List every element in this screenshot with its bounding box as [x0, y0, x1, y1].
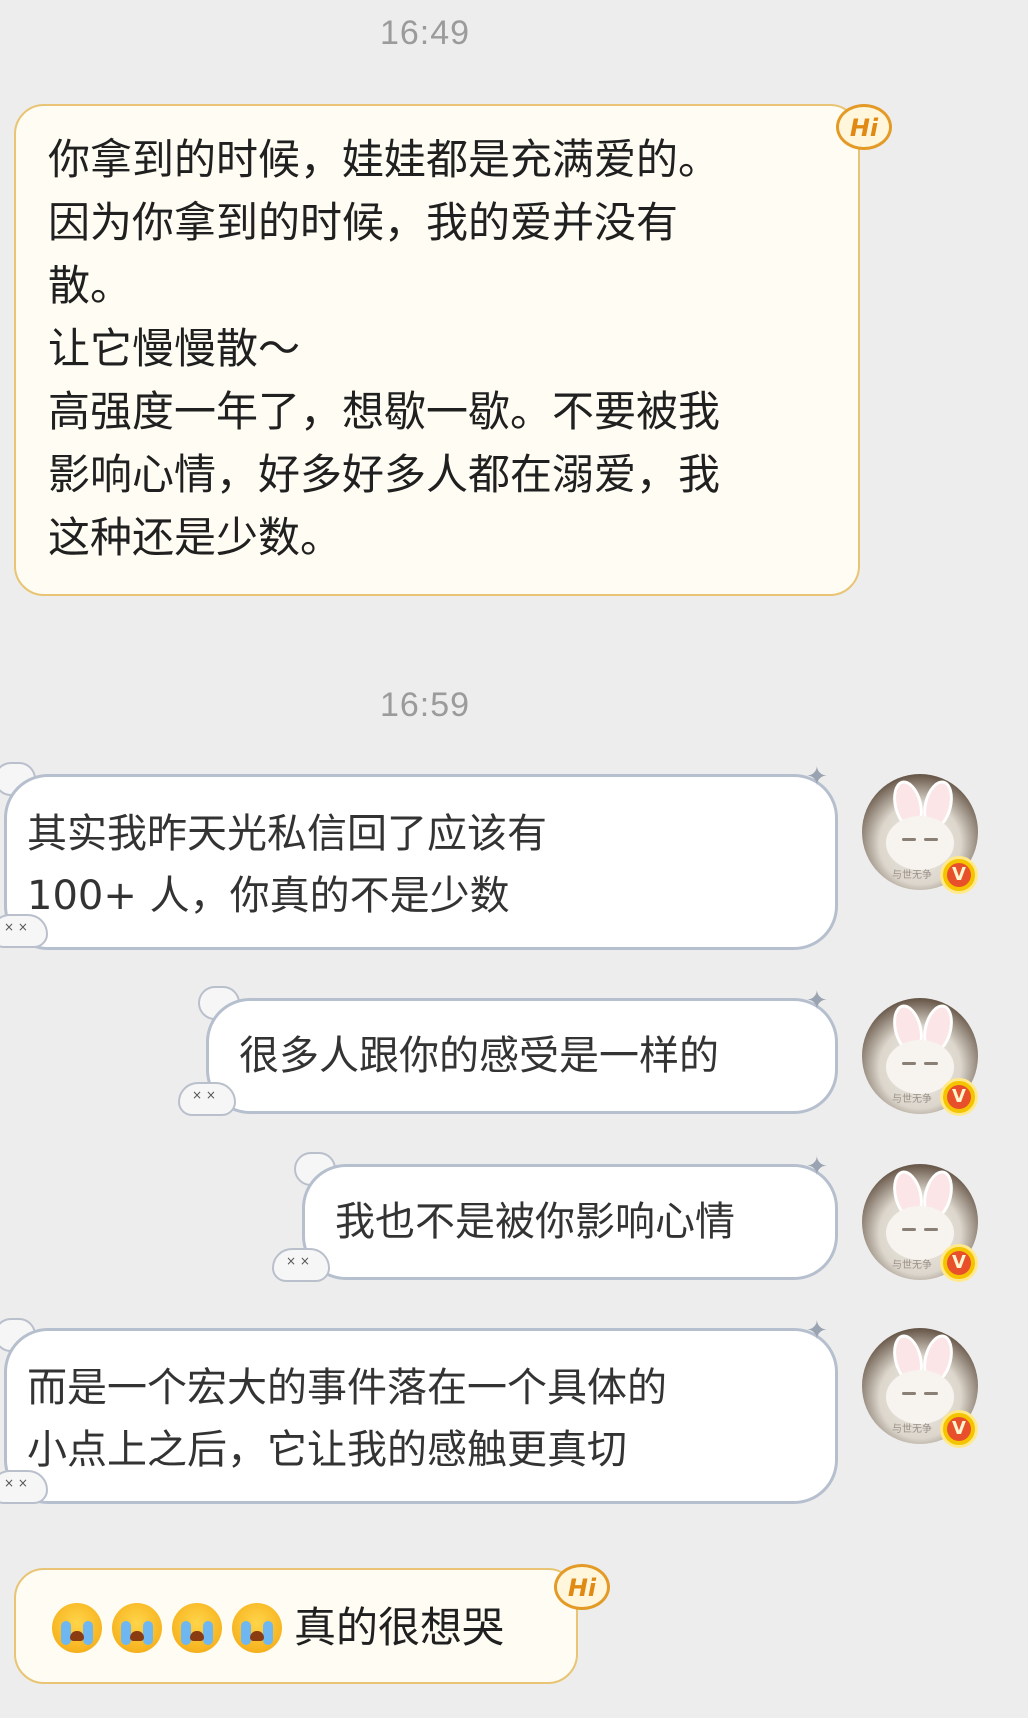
- crying-emoji-icon: [172, 1602, 222, 1653]
- incoming-message[interactable]: 你拿到的时候，娃娃都是充满爱的。 因为你拿到的时候，我的爱并没有 散。 让它慢慢…: [14, 104, 860, 596]
- hi-badge: Hi: [554, 1564, 610, 1610]
- hi-badge: Hi: [836, 104, 892, 150]
- incoming-message[interactable]: 真的很想哭: [14, 1568, 578, 1684]
- message-text: 真的很想哭: [294, 1603, 505, 1652]
- sparkle-icon: ✦: [806, 1316, 828, 1346]
- message-text: 很多人跟你的感受是一样的: [239, 1033, 719, 1079]
- verified-badge-icon: V: [940, 1244, 978, 1282]
- outgoing-message[interactable]: 我也不是被你影响心情: [302, 1164, 838, 1280]
- verified-badge-icon: V: [940, 856, 978, 894]
- outgoing-message[interactable]: 很多人跟你的感受是一样的: [206, 998, 838, 1114]
- message-text: 而是一个宏大的事件落在一个具体的 小点上之后，它让我的感触更真切: [27, 1365, 667, 1473]
- verified-badge-icon: V: [940, 1078, 978, 1116]
- avatar-watermark: 与世无争: [892, 870, 932, 881]
- outgoing-message[interactable]: 而是一个宏大的事件落在一个具体的 小点上之后，它让我的感触更真切: [4, 1328, 838, 1504]
- ghost-sticker-icon: [178, 1082, 236, 1116]
- outgoing-message[interactable]: 其实我昨天光私信回了应该有 100+ 人，你真的不是少数: [4, 774, 838, 950]
- crying-emoji-icon: [52, 1602, 102, 1653]
- timestamp: 16:49: [379, 14, 471, 52]
- sparkle-icon: ✦: [806, 986, 828, 1016]
- message-text: 你拿到的时候，娃娃都是充满爱的。 因为你拿到的时候，我的爱并没有 散。 让它慢慢…: [48, 135, 721, 562]
- message-text: 我也不是被你影响心情: [335, 1199, 735, 1245]
- avatar-watermark: 与世无争: [892, 1424, 932, 1435]
- crying-emoji-icon: [112, 1602, 162, 1653]
- verified-badge-icon: V: [940, 1410, 978, 1448]
- avatar-watermark: 与世无争: [892, 1260, 932, 1271]
- timestamp: 16:59: [379, 686, 471, 724]
- ghost-sticker-icon: [0, 914, 48, 948]
- sparkle-icon: ✦: [806, 762, 828, 792]
- sparkle-icon: ✦: [806, 1152, 828, 1182]
- avatar-watermark: 与世无争: [892, 1094, 932, 1105]
- message-text: 其实我昨天光私信回了应该有 100+ 人，你真的不是少数: [27, 811, 547, 919]
- crying-emoji-icon: [232, 1602, 282, 1653]
- ghost-sticker-icon: [0, 1470, 48, 1504]
- ghost-sticker-icon: [272, 1248, 330, 1282]
